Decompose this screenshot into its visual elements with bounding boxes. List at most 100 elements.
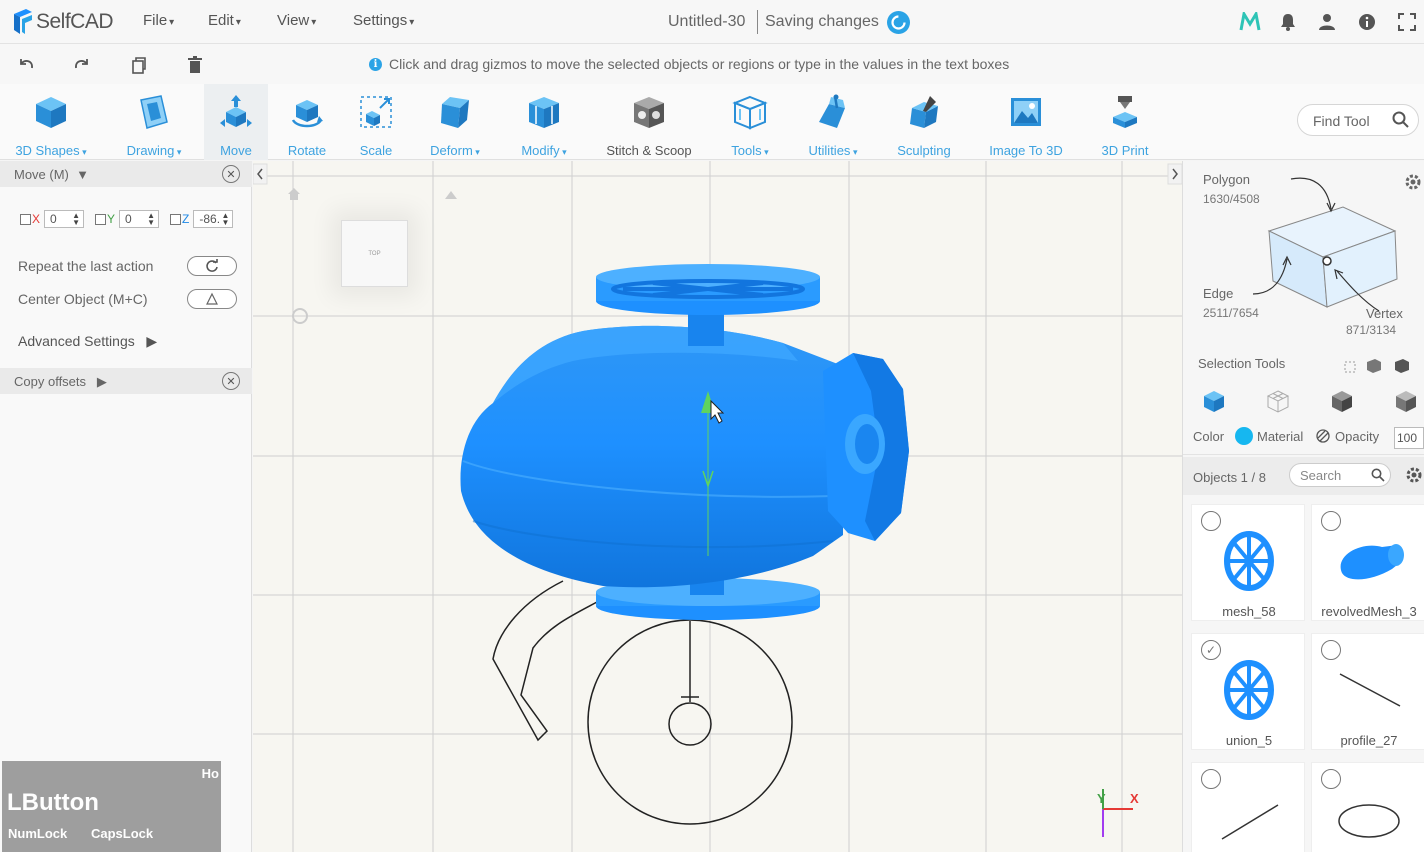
info-icon[interactable] — [1355, 10, 1379, 34]
find-tool-input[interactable]: Find Tool — [1297, 104, 1419, 136]
stitch-scoop-icon — [630, 92, 668, 132]
selfcad-app: SelfCAD File Edit View Settings Untitled… — [0, 0, 1424, 852]
undo-icon[interactable] — [15, 54, 37, 76]
close-icon[interactable]: ✕ — [222, 372, 240, 390]
menu-file[interactable]: File — [143, 12, 174, 29]
tool-stitch-scoop[interactable]: Stitch & Scoop — [596, 84, 702, 160]
center-object-label: Center Object (M+C) — [18, 291, 148, 307]
copy-icon[interactable] — [128, 54, 150, 76]
action-bar: i Click and drag gizmos to move the sele… — [0, 44, 1424, 84]
main-toolbar: 3D Shapes Drawing Move Rotate — [0, 84, 1424, 160]
edge-cube-icon[interactable] — [1329, 388, 1355, 414]
tool-utilities[interactable]: Utilities — [796, 84, 870, 160]
tool-deform[interactable]: Deform — [416, 84, 494, 160]
copy-offsets-header[interactable]: Copy offsets ▶ ✕ — [0, 368, 252, 394]
3d-print-icon — [1106, 92, 1144, 132]
center-object-button[interactable] — [187, 289, 237, 309]
tool-label: Stitch & Scoop — [606, 143, 692, 158]
object-card[interactable] — [1191, 762, 1305, 852]
user-icon[interactable] — [1315, 10, 1339, 34]
x-axis-label: X — [32, 212, 41, 226]
rotate-icon — [288, 92, 326, 132]
tool-label: Image To 3D — [989, 143, 1063, 158]
selection-tool-icons[interactable] — [1343, 358, 1419, 374]
home-marker-icon — [288, 188, 300, 200]
object-card-profile-27[interactable]: profile_27 — [1311, 633, 1424, 750]
repeat-button[interactable] — [187, 256, 237, 276]
collapse-right-icon — [1167, 163, 1182, 185]
close-icon[interactable]: ✕ — [222, 165, 240, 183]
copy-offsets-title: Copy offsets ▶ — [14, 374, 107, 389]
scale-icon — [357, 92, 395, 132]
view-cube-label: TOP — [368, 250, 381, 257]
sync-icon — [887, 11, 910, 34]
menu-edit[interactable]: Edit — [208, 12, 241, 29]
delete-icon[interactable] — [184, 54, 206, 76]
y-lock-checkbox[interactable] — [95, 213, 107, 225]
vertex-label: Vertex — [1366, 306, 1403, 321]
menu-settings[interactable]: Settings — [353, 12, 414, 29]
line-thumbnail — [1339, 673, 1401, 707]
polygon-count: 1630/4508 — [1203, 192, 1260, 206]
redo-icon[interactable] — [71, 54, 93, 76]
tool-image-to-3d[interactable]: Image To 3D — [976, 84, 1076, 160]
axis-inputs: X 0 ▲ ▼ Y 0 ▲ ▼ Z -86. ▲ ▼ — [20, 209, 234, 229]
tool-rotate[interactable]: Rotate — [276, 84, 338, 160]
save-status: Saving changes — [765, 13, 879, 30]
x-value-input[interactable]: 0 ▲ ▼ — [44, 210, 85, 228]
top-bar: SelfCAD File Edit View Settings Untitled… — [0, 0, 1424, 44]
top-marker-icon — [445, 191, 457, 199]
wireframe-cube-icon[interactable] — [1265, 388, 1291, 414]
axis-y-label: Y — [1097, 791, 1106, 806]
tool-label: Scale — [359, 143, 393, 158]
advanced-settings-toggle[interactable]: Advanced Settings ▶ — [18, 333, 157, 350]
y-value-input[interactable]: 0 ▲ ▼ — [119, 210, 160, 228]
title-divider — [757, 10, 758, 34]
color-swatch[interactable] — [1235, 427, 1253, 445]
tool-move[interactable]: Move — [204, 84, 268, 160]
vertex-cube-icon[interactable] — [1393, 388, 1419, 414]
divider — [1183, 454, 1424, 455]
document-title[interactable]: Untitled-30 — [668, 13, 745, 31]
tool-3d-shapes[interactable]: 3D Shapes — [8, 84, 94, 160]
object-name: revolvedMesh_3 — [1321, 604, 1417, 619]
material-label[interactable]: Material — [1257, 429, 1303, 444]
edge-count: 2511/7654 — [1203, 306, 1259, 320]
object-name: profile_27 — [1340, 733, 1398, 748]
opacity-icon — [1316, 429, 1330, 443]
fullscreen-icon[interactable] — [1395, 10, 1419, 34]
z-lock-checkbox[interactable] — [170, 213, 182, 225]
tool-sculpting[interactable]: Sculpting — [886, 84, 962, 160]
menu-view[interactable]: View — [277, 12, 316, 29]
z-value-input[interactable]: -86. ▲ ▼ — [193, 210, 234, 228]
move-panel-header[interactable]: Move (M) ▼ ✕ — [0, 161, 252, 187]
tool-3d-print[interactable]: 3D Print — [1088, 84, 1162, 160]
tool-tools[interactable]: Tools — [716, 84, 784, 160]
object-card-union-5[interactable]: ✓ union_5 — [1191, 633, 1305, 750]
objects-settings-gear-icon[interactable] — [1405, 466, 1423, 484]
objects-count-label: Objects 1 / 8 — [1193, 470, 1266, 485]
object-card[interactable] — [1311, 762, 1424, 852]
bell-icon[interactable] — [1276, 10, 1300, 34]
tool-modify[interactable]: Modify — [506, 84, 582, 160]
x-lock-checkbox[interactable] — [20, 213, 31, 225]
properties-panel: Polygon 1630/4508 Edge 2511/7654 Vertex … — [1182, 161, 1424, 852]
tool-drawing[interactable]: Drawing — [112, 84, 196, 160]
opacity-input[interactable]: 100 — [1394, 427, 1424, 449]
3d-viewport[interactable]: Y X TOP — [253, 161, 1182, 852]
modify-icon — [525, 92, 563, 132]
y-axis-label: Y — [107, 212, 116, 226]
object-card-mesh-58[interactable]: mesh_58 — [1191, 504, 1305, 621]
vertex-count: 871/3134 — [1346, 323, 1397, 337]
tool-label: Tools — [731, 143, 768, 158]
m-logo-icon[interactable] — [1238, 10, 1262, 34]
view-cube[interactable]: TOP — [341, 220, 408, 287]
gear-icon[interactable] — [1404, 173, 1422, 191]
tool-scale[interactable]: Scale — [346, 84, 406, 160]
selfcad-logo[interactable]: SelfCAD — [12, 6, 114, 38]
object-mode-cube-icon[interactable] — [1201, 388, 1227, 414]
tool-label: Rotate — [287, 143, 327, 158]
objects-search-input[interactable]: Search — [1289, 463, 1391, 487]
hint-bar: i Click and drag gizmos to move the sele… — [369, 56, 1009, 72]
object-card-revolvedmesh-3[interactable]: revolvedMesh_3 — [1311, 504, 1424, 621]
